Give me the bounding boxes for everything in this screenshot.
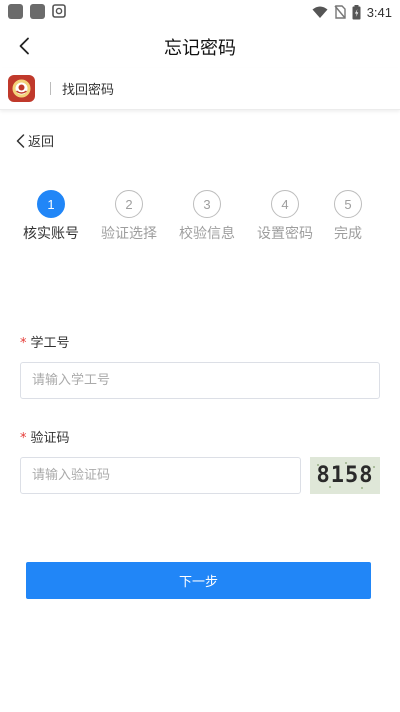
status-bar: 3:41 [0,0,400,24]
captcha-input[interactable] [20,457,301,494]
no-sim-icon [334,5,346,19]
step-label: 核实账号 [23,226,79,242]
header-label: 找回密码 [62,83,115,98]
step-number: 1 [37,190,65,218]
page-title: 忘记密码 [164,38,236,59]
captcha-image[interactable]: 8158 [310,457,380,494]
step-number: 3 [193,190,221,218]
captcha-label: * 验证码 [20,427,70,446]
captcha-text: 8158 [316,463,374,488]
school-logo [8,75,35,102]
wifi-icon [312,6,328,18]
step-label: 校验信息 [179,226,235,242]
step-choose-verification: 2 验证选择 [89,190,169,243]
app-icon [30,4,45,19]
required-mark: * [20,431,27,446]
header-divider [50,82,51,95]
captcha-label-text: 验证码 [30,431,70,446]
next-button[interactable]: 下一步 [26,562,371,599]
clock: 3:41 [366,4,392,20]
title-bar: 忘记密码 [0,24,400,68]
step-verify-account: 1 核实账号 [11,190,91,243]
step-number: 4 [271,190,299,218]
step-number: 2 [115,190,143,218]
required-mark: * [20,336,27,351]
step-complete: 5 完成 [308,190,388,243]
battery-icon [352,4,361,19]
student-id-input[interactable] [20,362,380,399]
student-id-label: * 学工号 [20,332,70,351]
step-number: 5 [334,190,362,218]
app-icon [8,4,23,19]
steps-indicator: 1 核实账号 2 验证选择 3 校验信息 4 设置密码 5 完成 [0,190,400,250]
step-label: 验证选择 [101,226,157,242]
chevron-left-icon [16,133,25,148]
back-link[interactable]: 返回 [16,131,54,150]
app-header: 找回密码 [0,68,400,110]
back-link-label: 返回 [28,135,55,150]
step-label: 完成 [334,226,362,242]
message-icon [52,4,66,18]
step-check-info: 3 校验信息 [167,190,247,243]
student-id-label-text: 学工号 [30,336,70,351]
